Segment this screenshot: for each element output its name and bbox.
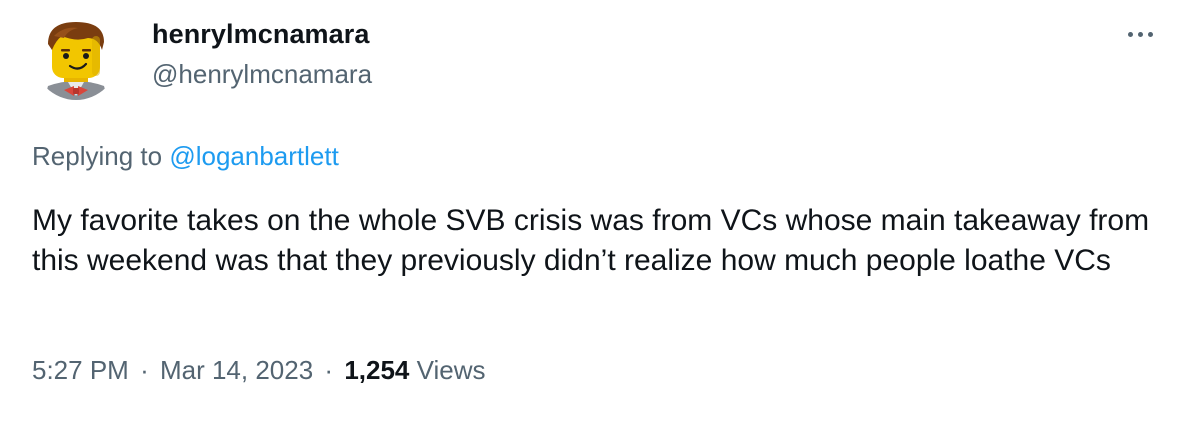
- reply-mention-link[interactable]: @loganbartlett: [169, 141, 339, 171]
- tweet-card: henrylmcnamara @henrylmcnamara Replying …: [0, 0, 1194, 422]
- reply-prefix: Replying to: [32, 141, 163, 171]
- more-options-button[interactable]: [1118, 20, 1162, 48]
- more-options-icon-dot: [1137, 31, 1143, 37]
- author-handle[interactable]: @henrylmcnamara: [152, 58, 372, 90]
- views-count: 1,254: [344, 355, 410, 385]
- more-options-icon: [1127, 31, 1133, 37]
- views-label: Views: [416, 355, 486, 385]
- meta-separator: ·: [140, 355, 149, 385]
- reply-context: Replying to @loganbartlett: [32, 140, 339, 172]
- meta-separator: ·: [324, 355, 334, 385]
- lego-minifigure-avatar-icon: [34, 16, 118, 100]
- avatar[interactable]: [34, 16, 118, 100]
- tweet-text: My favorite takes on the whole SVB crisi…: [32, 204, 1150, 277]
- tweet-time-link[interactable]: 5:27 PM: [32, 355, 129, 385]
- more-options-icon-dot: [1147, 31, 1153, 37]
- tweet-date-link[interactable]: Mar 14, 2023: [160, 355, 313, 385]
- author-display-name[interactable]: henrylmcnamara: [152, 18, 370, 50]
- tweet-meta: 5:27 PM · Mar 14, 2023 · 1,254 Views: [32, 354, 486, 386]
